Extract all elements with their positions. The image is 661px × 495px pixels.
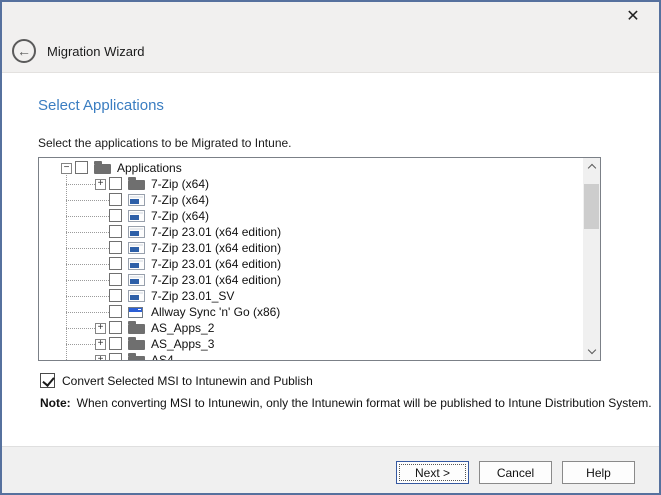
tree-connector-stub (66, 184, 95, 185)
scroll-up-button[interactable] (583, 158, 600, 174)
tree-connector-stub (66, 280, 109, 281)
tree-item-label[interactable]: 7-Zip 23.01 (x64 edition) (151, 272, 281, 288)
note-prefix: Note: (40, 396, 71, 410)
note-text: Note: When converting MSI to Intunewin, o… (40, 396, 652, 410)
convert-msi-row[interactable]: Convert Selected MSI to Intunewin and Pu… (40, 373, 313, 388)
folder-icon (128, 180, 145, 190)
note-body: When converting MSI to Intunewin, only t… (77, 396, 652, 410)
tree-item-label[interactable]: Applications (117, 160, 182, 176)
msi-icon (128, 242, 145, 254)
tree-item-checkbox[interactable] (109, 305, 122, 318)
tree-item-label[interactable]: 7-Zip 23.01 (x64 edition) (151, 224, 281, 240)
convert-msi-label[interactable]: Convert Selected MSI to Intunewin and Pu… (62, 374, 313, 388)
back-button[interactable]: ← (12, 39, 36, 63)
tree-item-checkbox[interactable] (75, 161, 88, 174)
tree-connector-stub (66, 344, 95, 345)
expand-plus-icon[interactable]: + (95, 179, 106, 190)
tree-item-checkbox[interactable] (109, 177, 122, 190)
tree-item-label[interactable]: 7-Zip 23.01 (x64 edition) (151, 256, 281, 272)
folder-icon (94, 164, 111, 174)
scroll-down-button[interactable] (583, 344, 600, 360)
app-icon (128, 307, 143, 318)
help-button[interactable]: Help (562, 461, 635, 484)
chevron-up-icon (587, 164, 595, 172)
tree-item-label[interactable]: AS_Apps_2 (151, 320, 214, 336)
tree-item-label[interactable]: 7-Zip (x64) (151, 192, 209, 208)
applications-tree[interactable]: −Applications+7-Zip (x64)7-Zip (x64)7-Zi… (38, 157, 601, 361)
tree-item[interactable]: + AS4 (39, 352, 583, 360)
migration-wizard-dialog: ✕ ← Migration Wizard Select Applications… (0, 0, 661, 495)
tree-connector-stub (66, 232, 109, 233)
tree-item-checkbox[interactable] (109, 337, 122, 350)
tree-connector-stub (66, 312, 109, 313)
msi-icon (128, 258, 145, 270)
tree-connector-stub (66, 200, 109, 201)
instruction-label: Select the applications to be Migrated t… (38, 136, 292, 150)
tree-connector-stub (66, 264, 109, 265)
tree-item[interactable]: +7-Zip (x64) (39, 176, 583, 192)
msi-icon (128, 194, 145, 206)
tree-item-checkbox[interactable] (109, 353, 122, 360)
tree-item-label[interactable]: 7-Zip (x64) (151, 176, 209, 192)
wizard-header: ← Migration Wizard (2, 30, 659, 73)
tree-item-label[interactable]: AS_Apps_3 (151, 336, 214, 352)
tree-item-checkbox[interactable] (109, 257, 122, 270)
msi-icon (128, 210, 145, 222)
tree-item-label[interactable]: AS4 (151, 352, 174, 360)
tree-scrollbar[interactable] (583, 158, 600, 360)
folder-icon (128, 324, 145, 334)
tree-connector-stub (66, 248, 109, 249)
wizard-title: Migration Wizard (47, 44, 145, 59)
chevron-down-icon (587, 346, 595, 354)
tree-item-label[interactable]: 7-Zip 23.01 (x64 edition) (151, 240, 281, 256)
tree-item[interactable]: 7-Zip 23.01_SV (39, 288, 583, 304)
scrollbar-thumb[interactable] (584, 184, 599, 229)
msi-icon (128, 226, 145, 238)
tree-item-checkbox[interactable] (109, 193, 122, 206)
tree-connector-stub (66, 216, 109, 217)
tree-item[interactable]: 7-Zip 23.01 (x64 edition) (39, 256, 583, 272)
msi-icon (128, 290, 145, 302)
tree-item-checkbox[interactable] (109, 225, 122, 238)
tree-item[interactable]: 7-Zip 23.01 (x64 edition) (39, 224, 583, 240)
folder-icon (128, 356, 145, 360)
close-button[interactable]: ✕ (621, 6, 645, 28)
tree-item-label[interactable]: 7-Zip (x64) (151, 208, 209, 224)
cancel-button[interactable]: Cancel (479, 461, 552, 484)
tree-item-checkbox[interactable] (109, 209, 122, 222)
close-icon: ✕ (626, 9, 639, 25)
collapse-minus-icon[interactable]: − (61, 163, 72, 174)
tree-item[interactable]: − Applications (39, 160, 583, 176)
tree-item-checkbox[interactable] (109, 241, 122, 254)
tree-item-checkbox[interactable] (109, 289, 122, 302)
msi-icon (128, 274, 145, 286)
tree-item-checkbox[interactable] (109, 321, 122, 334)
tree-item[interactable]: Allway Sync 'n' Go (x86) (39, 304, 583, 320)
tree-item-checkbox[interactable] (109, 273, 122, 286)
applications-tree-rows: −Applications+7-Zip (x64)7-Zip (x64)7-Zi… (39, 158, 583, 360)
tree-connector-stub (66, 296, 109, 297)
back-arrow-icon: ← (17, 44, 31, 58)
tree-item[interactable]: 7-Zip 23.01 (x64 edition) (39, 272, 583, 288)
tree-item[interactable]: 7-Zip (x64) (39, 192, 583, 208)
expand-plus-icon[interactable]: + (95, 355, 106, 360)
tree-item[interactable]: 7-Zip 23.01 (x64 edition) (39, 240, 583, 256)
tree-item[interactable]: 7-Zip (x64) (39, 208, 583, 224)
expand-plus-icon[interactable]: + (95, 323, 106, 334)
tree-connector-stub (66, 328, 95, 329)
titlebar[interactable]: ✕ (2, 2, 659, 30)
tree-item-label[interactable]: 7-Zip 23.01_SV (151, 288, 234, 304)
tree-item[interactable]: + AS_Apps_2 (39, 320, 583, 336)
tree-item[interactable]: + AS_Apps_3 (39, 336, 583, 352)
tree-item-label[interactable]: Allway Sync 'n' Go (x86) (151, 304, 280, 320)
convert-msi-checkbox[interactable] (40, 373, 55, 388)
folder-icon (128, 340, 145, 350)
expand-plus-icon[interactable]: + (95, 339, 106, 350)
footer-bar: Next > Cancel Help (2, 446, 659, 493)
next-button[interactable]: Next > (396, 461, 469, 484)
page-title: Select Applications (38, 97, 164, 114)
